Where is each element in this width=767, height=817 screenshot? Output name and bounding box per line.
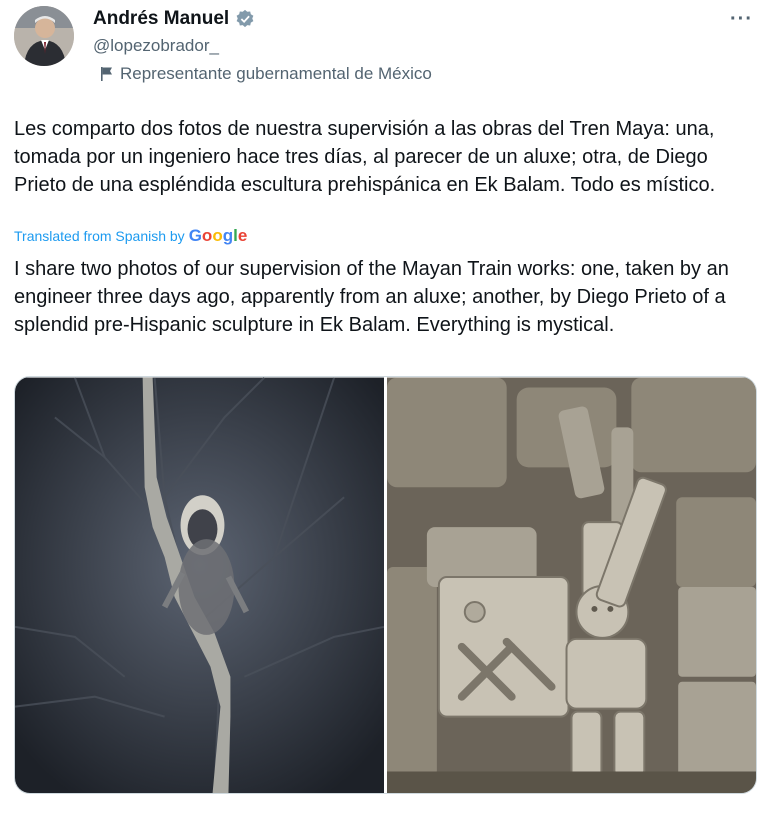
author-name[interactable]: Andrés Manuel (93, 8, 229, 30)
avatar-image (14, 6, 74, 66)
google-logo: Google (188, 226, 248, 245)
more-options-icon[interactable]: ··· (730, 8, 753, 31)
tweet-media-grid (14, 376, 757, 794)
author-handle[interactable]: @lopezobrador_ (93, 36, 219, 56)
avatar[interactable] (14, 6, 74, 66)
photo-night-tree-figure[interactable] (15, 377, 384, 794)
tweet-translated-text: I share two photos of our supervision of… (14, 258, 729, 336)
author-name-row[interactable]: Andrés Manuel (93, 8, 255, 30)
flag-icon (101, 67, 112, 81)
photo-mayan-sculpture[interactable] (387, 377, 756, 794)
translated-label[interactable]: Translated from Spanish by (14, 228, 185, 244)
verified-badge-icon (236, 9, 254, 28)
affiliation-label: Representante gubernamental de México (100, 64, 432, 84)
affiliation-text: Representante gubernamental de México (120, 64, 432, 83)
tweet-original-text: Les comparto dos fotos de nuestra superv… (14, 118, 716, 196)
translation-attribution[interactable]: Translated from Spanish by Google (14, 226, 247, 246)
